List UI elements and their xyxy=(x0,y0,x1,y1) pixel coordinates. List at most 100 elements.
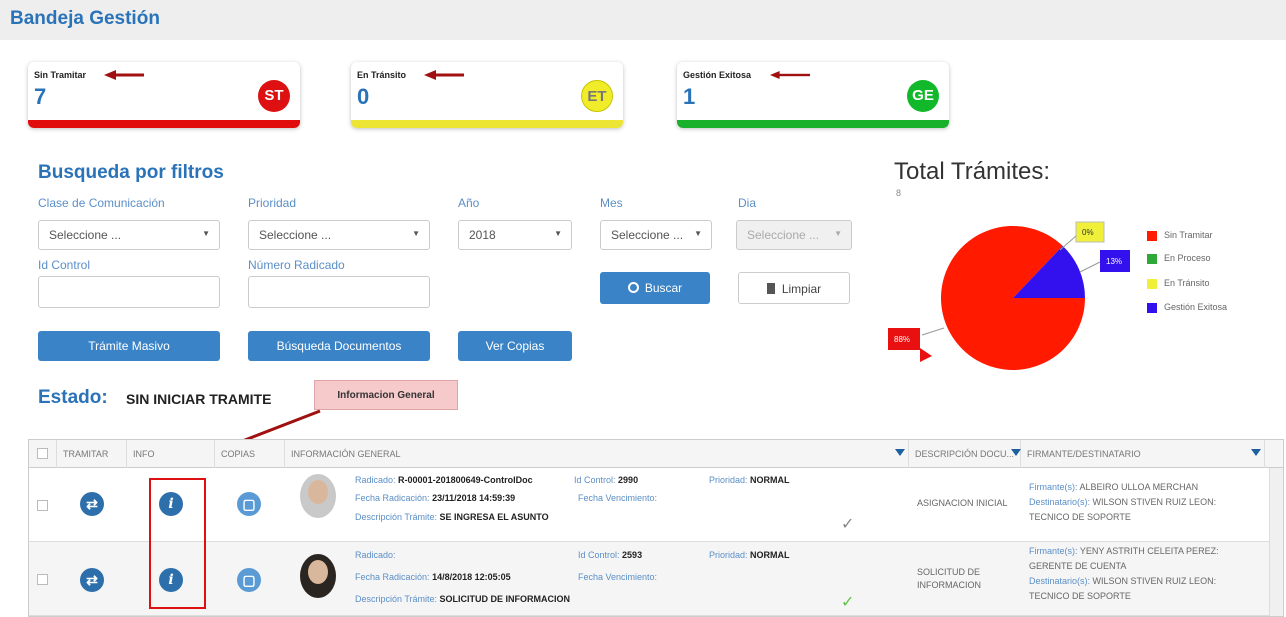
page-title: Bandeja Gestión xyxy=(10,8,160,29)
select-all-checkbox[interactable] xyxy=(37,448,48,459)
card-label: Sin Tramitar xyxy=(34,70,87,80)
fecha-radicacion-field: Fecha Radicación: 14/8/2018 12:05:05 xyxy=(355,572,511,582)
grid-header-informacion-general[interactable]: INFORMACIÓN GENERAL xyxy=(285,440,909,468)
id-control-field: Id Control: 2593 xyxy=(578,550,642,560)
legend-label: En Tránsito xyxy=(1164,278,1210,288)
pie-chart: 88% 0% 13% xyxy=(888,221,1130,370)
ver-copias-button[interactable]: Ver Copias xyxy=(458,331,572,361)
filter-funnel-icon[interactable] xyxy=(1011,449,1021,456)
firmante-destinatario: Firmante(s): ALBEIRO ULLOA MERCHAN Desti… xyxy=(1029,480,1216,525)
card-sin-tramitar[interactable]: Sin Tramitar 7 ST xyxy=(28,62,300,128)
legend-item-en-proceso: En Proceso xyxy=(1147,253,1211,264)
card-label: Gestión Exitosa xyxy=(683,70,752,80)
search-icon xyxy=(627,282,639,293)
tramitar-icon[interactable]: ⇄ xyxy=(80,492,104,516)
fecha-radicacion-value: 23/11/2018 14:59:39 xyxy=(432,493,516,503)
prioridad-label: Prioridad xyxy=(248,196,297,210)
row-checkbox[interactable] xyxy=(37,574,48,585)
busqueda-documentos-button[interactable]: Búsqueda Documentos xyxy=(248,331,430,361)
firmante-value: ALBEIRO ULLOA MERCHAN xyxy=(1079,482,1199,492)
limpiar-label: Limpiar xyxy=(781,282,822,296)
anio-label: Año xyxy=(458,196,480,210)
id-control-label: Id Control: xyxy=(574,475,616,485)
legend-item-sin-tramitar: Sin Tramitar xyxy=(1147,230,1213,241)
id-control-field: Id Control: 2990 xyxy=(574,475,638,485)
grid-header-descripcion[interactable]: DESCRIPCIÓN DOCU... xyxy=(909,440,1021,468)
card-value: 0 xyxy=(357,84,370,109)
descripcion-documento: SOLICITUD DE INFORMACION xyxy=(917,566,981,592)
card-color-bar xyxy=(351,120,623,128)
grid-header-info[interactable]: INFO xyxy=(127,440,215,468)
firmante-line: Firmante(s): YENY ASTRITH CELEITA PEREZ: xyxy=(1029,544,1219,559)
pie-label-gestion-exitosa: 13% xyxy=(1106,257,1122,266)
table-row[interactable]: ⇄ i ▢ Radicado: Id Control: 2593 Priorid… xyxy=(29,542,1283,616)
prioridad-value: NORMAL xyxy=(750,475,790,485)
arrow-left-icon xyxy=(770,71,810,79)
descripcion-tramite-field: Descripción Trámite: SOLICITUD DE INFORM… xyxy=(355,594,570,604)
prioridad-field: Prioridad: NORMAL xyxy=(709,550,790,560)
grid-header: TRAMITAR INFO COPIAS INFORMACIÓN GENERAL… xyxy=(29,440,1283,468)
card-gestion-exitosa[interactable]: Gestión Exitosa 1 GE xyxy=(677,62,949,128)
buscar-label: Buscar xyxy=(644,281,683,295)
filter-funnel-icon[interactable] xyxy=(895,449,905,456)
descripcion-tramite-value: SOLICITUD DE INFORMACION xyxy=(439,594,571,604)
copy-icon[interactable]: ▢ xyxy=(237,568,261,592)
grid-header-tramitar[interactable]: TRAMITAR xyxy=(57,440,127,468)
cargo-line: TECNICO DE SOPORTE xyxy=(1029,591,1131,601)
mes-select[interactable]: Seleccione ... ▼ xyxy=(600,220,712,250)
dia-label: Dia xyxy=(738,196,757,210)
radicado-value: R-00001-201800649-ControlDoc xyxy=(398,475,533,485)
pie-leader-line xyxy=(921,327,945,336)
numero-radicado-input[interactable] xyxy=(248,276,430,308)
legend-label: En Proceso xyxy=(1164,253,1211,263)
descripcion-line: INFORMACION xyxy=(917,580,981,590)
total-title: Total Trámites: xyxy=(894,158,1051,185)
radicado-field: Radicado: xyxy=(355,550,396,560)
limpiar-button[interactable]: Limpiar xyxy=(738,272,850,304)
avatar xyxy=(300,474,336,518)
check-icon: ✓ xyxy=(841,516,855,533)
grid-header-copias[interactable]: COPIAS xyxy=(215,440,285,468)
pie-leader-line xyxy=(1079,261,1101,273)
copy-icon[interactable]: ▢ xyxy=(237,492,261,516)
destinatario-label: Destinatario(s): xyxy=(1029,497,1091,507)
title-bar: Bandeja Gestión xyxy=(0,0,1286,40)
firmante-cargo-line: GERENTE DE CUENTA xyxy=(1029,561,1127,571)
tramite-masivo-button[interactable]: Trámite Masivo xyxy=(38,331,220,361)
card-label: En Tránsito xyxy=(357,70,407,80)
chevron-down-icon: ▼ xyxy=(202,229,210,238)
legend-label: Gestión Exitosa xyxy=(1164,302,1228,312)
arrow-left-icon xyxy=(424,70,464,80)
descripcion-line: SOLICITUD DE xyxy=(917,567,981,577)
grid-header-firmante[interactable]: FIRMANTE/DESTINATARIO xyxy=(1021,440,1265,468)
card-color-bar xyxy=(677,120,949,128)
card-color-bar xyxy=(28,120,300,128)
tramitar-icon[interactable]: ⇄ xyxy=(80,568,104,592)
estado-label: Estado: xyxy=(38,387,108,408)
row-checkbox[interactable] xyxy=(37,500,48,511)
id-control-input[interactable] xyxy=(38,276,220,308)
fecha-vencimiento-label: Fecha Vencimiento: xyxy=(578,572,658,582)
buscar-button[interactable]: Buscar xyxy=(600,272,710,304)
card-en-transito[interactable]: En Tránsito 0 ET xyxy=(351,62,623,128)
firmante-value: YENY ASTRITH CELEITA PEREZ: xyxy=(1079,546,1219,556)
legend-swatch xyxy=(1147,230,1157,241)
filter-funnel-icon[interactable] xyxy=(1251,449,1261,456)
cargo-line: TECNICO DE SOPORTE xyxy=(1029,512,1131,522)
pie-label-pointer xyxy=(920,348,932,362)
destinatario-value: WILSON STIVEN RUIZ LEON: xyxy=(1092,576,1217,586)
descripcion-tramite-value: SE INGRESA EL ASUNTO xyxy=(439,512,549,522)
anio-select[interactable]: 2018 ▼ xyxy=(458,220,572,250)
clase-select[interactable]: Seleccione ... ▼ xyxy=(38,220,220,250)
check-icon: ✓ xyxy=(841,594,855,611)
radicado-field: Radicado: R-00001-201800649-ControlDoc xyxy=(355,475,533,485)
prioridad-select[interactable]: Seleccione ... ▼ xyxy=(248,220,430,250)
destinatario-line: Destinatario(s): WILSON STIVEN RUIZ LEON… xyxy=(1029,495,1216,510)
card-value: 7 xyxy=(34,84,47,109)
table-row[interactable]: ⇄ i ▢ Radicado: R-00001-201800649-Contro… xyxy=(29,468,1283,542)
card-value: 1 xyxy=(683,84,696,109)
legend-swatch xyxy=(1147,302,1157,313)
grid-scrollbar[interactable] xyxy=(1269,468,1283,616)
prioridad-select-value: Seleccione ... xyxy=(259,228,332,242)
descripcion-tramite-label: Descripción Trámite: xyxy=(355,512,438,522)
